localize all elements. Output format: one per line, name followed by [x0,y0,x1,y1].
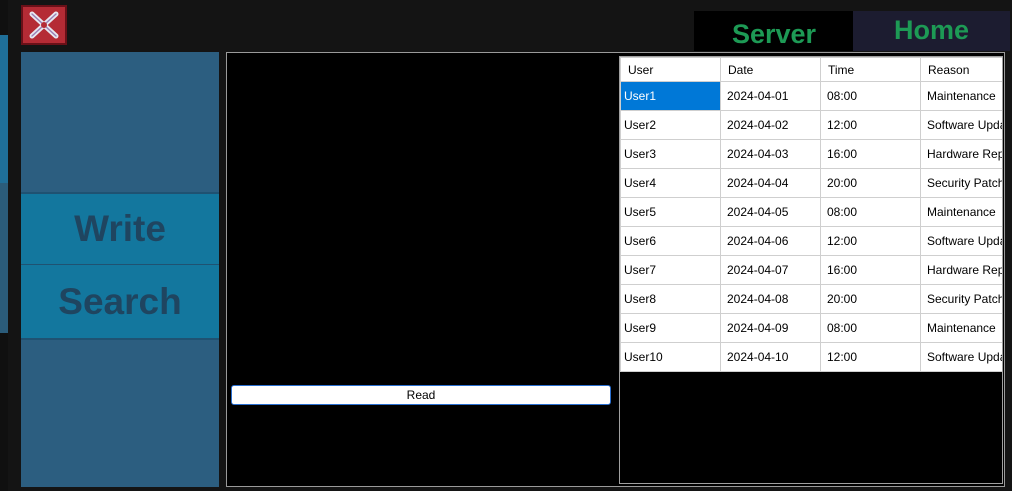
column-header-reason[interactable]: Reason [920,57,1002,82]
table-cell-date[interactable]: 2024-04-09 [720,313,821,343]
table-cell-time[interactable]: 08:00 [820,313,921,343]
table-cell-date[interactable]: 2024-04-07 [720,255,821,285]
table-row[interactable]: User5 2024-04-05 08:00 Maintenance [620,197,1002,227]
table-cell-date[interactable]: 2024-04-03 [720,139,821,169]
table-body: User1 2024-04-01 08:00 Maintenance User2 2024… [620,81,1002,372]
table-row[interactable]: User3 2024-04-03 16:00 Hardware Repl [620,139,1002,169]
sidebar: Write Search [21,52,219,487]
table-cell-user[interactable]: User5 [620,197,721,227]
table-cell-user[interactable]: User8 [620,284,721,314]
table-cell-time[interactable]: 20:00 [820,168,921,198]
table-cell-date[interactable]: 2024-04-04 [720,168,821,198]
write-button[interactable]: Write [21,192,219,265]
app-logo[interactable] [21,5,67,45]
column-header-user[interactable]: User [620,57,721,82]
table-cell-user[interactable]: User4 [620,168,721,198]
tab-server[interactable]: Server [694,11,854,51]
table-cell-user[interactable]: User6 [620,226,721,256]
table-cell-time[interactable]: 16:00 [820,255,921,285]
background-window-strip [0,35,8,183]
table-cell-time[interactable]: 16:00 [820,139,921,169]
table-cell-date[interactable]: 2024-04-08 [720,284,821,314]
table-cell-time[interactable]: 08:00 [820,81,921,111]
table-cell-reason[interactable]: Hardware Repl [920,139,1002,169]
records-table-container[interactable]: User Date Time Reason User1 2024-04-01 08:… [619,56,1003,484]
table-cell-reason[interactable]: Maintenance [920,313,1002,343]
table-row[interactable]: User8 2024-04-08 20:00 Security Patch [620,284,1002,314]
table-cell-user[interactable]: User1 [620,81,721,111]
table-row[interactable]: User2 2024-04-02 12:00 Software Upda [620,110,1002,140]
table-cell-time[interactable]: 20:00 [820,284,921,314]
table-cell-reason[interactable]: Security Patch [920,168,1002,198]
table-cell-reason[interactable]: Software Upda [920,110,1002,140]
search-button[interactable]: Search [21,265,219,340]
table-cell-reason[interactable]: Software Upda [920,226,1002,256]
table-cell-date[interactable]: 2024-04-02 [720,110,821,140]
table-cell-reason[interactable]: Maintenance [920,197,1002,227]
table-cell-user[interactable]: User9 [620,313,721,343]
table-cell-reason[interactable]: Hardware Repl [920,255,1002,285]
table-cell-reason[interactable]: Maintenance [920,81,1002,111]
table-cell-time[interactable]: 12:00 [820,342,921,372]
table-cell-time[interactable]: 12:00 [820,226,921,256]
table-row[interactable]: User7 2024-04-07 16:00 Hardware Repl [620,255,1002,285]
table-cell-user[interactable]: User10 [620,342,721,372]
table-row[interactable]: User6 2024-04-06 12:00 Software Upda [620,226,1002,256]
column-header-time[interactable]: Time [820,57,921,82]
table-cell-user[interactable]: User7 [620,255,721,285]
table-header-row: User Date Time Reason [620,57,1002,82]
table-cell-date[interactable]: 2024-04-01 [720,81,821,111]
table-cell-date[interactable]: 2024-04-10 [720,342,821,372]
table-row[interactable]: User4 2024-04-04 20:00 Security Patch [620,168,1002,198]
table-row[interactable]: User1 2024-04-01 08:00 Maintenance [620,81,1002,111]
table-row[interactable]: User10 2024-04-10 12:00 Software Upda [620,342,1002,372]
table-cell-date[interactable]: 2024-04-06 [720,226,821,256]
table-row[interactable]: User9 2024-04-09 08:00 Maintenance [620,313,1002,343]
table-cell-date[interactable]: 2024-04-05 [720,197,821,227]
table-cell-user[interactable]: User3 [620,139,721,169]
table-cell-time[interactable]: 08:00 [820,197,921,227]
column-header-date[interactable]: Date [720,57,821,82]
table-cell-reason[interactable]: Security Patch [920,284,1002,314]
records-table: User Date Time Reason User1 2024-04-01 08:… [620,57,1002,372]
table-cell-time[interactable]: 12:00 [820,110,921,140]
x-logo-icon [29,11,59,39]
background-window-strip-lower [0,183,8,333]
table-cell-reason[interactable]: Software Upda [920,342,1002,372]
read-button[interactable]: Read [231,385,611,405]
tab-home[interactable]: Home [853,11,1010,51]
table-cell-user[interactable]: User2 [620,110,721,140]
